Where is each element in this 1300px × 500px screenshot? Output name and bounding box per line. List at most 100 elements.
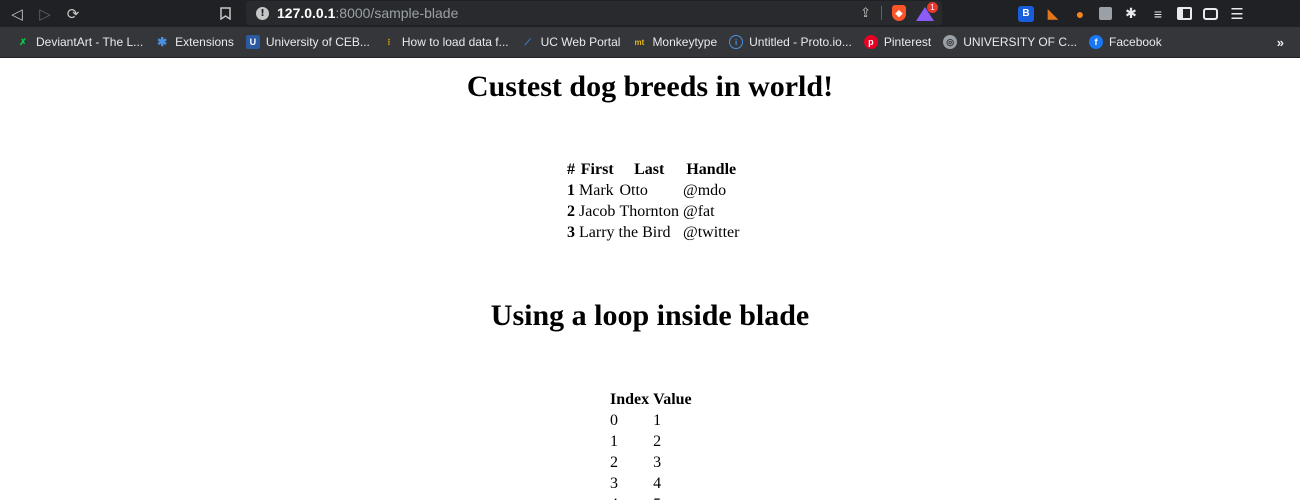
bookmark-page-icon[interactable]: [214, 3, 236, 23]
pinterest-icon: p: [863, 35, 878, 49]
bookmark-deviantart[interactable]: ✗ DeviantArt - The L...: [10, 30, 149, 54]
table-row: 0 1: [608, 410, 694, 431]
site-info-icon[interactable]: !: [256, 6, 269, 20]
metamask-icon[interactable]: ◣: [1045, 5, 1061, 22]
bookmark-monkeytype[interactable]: mt Monkeytype: [626, 30, 723, 54]
monkeytype-icon: mt: [634, 37, 645, 47]
bookmark-label: University of CEB...: [265, 35, 370, 49]
chart-icon: ⁝: [387, 36, 391, 47]
bookmark-pinterest[interactable]: p Pinterest: [858, 30, 937, 54]
table-header-row: # First Last Handle: [565, 159, 741, 180]
table-row: 4 5: [608, 494, 694, 500]
wallet-icon[interactable]: [1203, 7, 1218, 20]
bookmark-label: Pinterest: [883, 35, 932, 49]
url-host: 127.0.0.1: [277, 5, 336, 21]
bookmark-label: Facebook: [1109, 35, 1162, 49]
cell-value: 1: [653, 412, 662, 429]
bookmark-label: DeviantArt - The L...: [36, 35, 144, 49]
bookmark-facebook[interactable]: f Facebook: [1083, 30, 1168, 54]
page-heading-dog-breeds: Custest dog breeds in world!: [466, 70, 834, 103]
column-header: Index: [610, 391, 650, 408]
cell-first: Jacob: [579, 203, 616, 220]
table-row: 2 Jacob Thornton @fat: [565, 201, 741, 222]
globe-icon: ◎: [943, 35, 958, 49]
cell-value: 5: [651, 494, 694, 500]
row-index: 3: [567, 224, 575, 241]
extension-orange-icon[interactable]: ●: [1072, 6, 1088, 22]
bookmark-extensions[interactable]: ✱ Extensions: [149, 30, 240, 54]
uc-portal-icon: ⟋: [524, 36, 531, 47]
reload-icon[interactable]: ⟳: [60, 3, 86, 25]
url-path: :8000/sample-blade: [335, 5, 459, 21]
forward-icon[interactable]: ▷: [32, 3, 58, 25]
back-icon[interactable]: ◁: [4, 3, 30, 25]
bookmark-protoio[interactable]: i Untitled - Proto.io...: [723, 30, 858, 54]
cell-value: 2: [653, 433, 662, 450]
loop-table: Index Value 0 1 1 2 2 3 3 4 4 5: [608, 389, 694, 500]
puzzle-icon: ✱: [157, 35, 168, 49]
column-header: Value: [653, 391, 692, 408]
cell-index: 4: [608, 494, 651, 500]
cell-handle: @fat: [682, 203, 715, 220]
cell-first-span: Larry the Bird: [579, 224, 671, 241]
extensions-puzzle-icon[interactable]: ✱: [1123, 5, 1139, 22]
bookmark-label: How to load data f...: [401, 35, 509, 49]
page-content: Custest dog breeds in world! # First Las…: [0, 58, 1300, 500]
column-header: #: [567, 161, 575, 178]
table-row: 3 4: [608, 473, 694, 494]
bookmark-how-to-load[interactable]: ⁝ How to load data f...: [376, 30, 515, 54]
menu-icon[interactable]: ☰: [1229, 6, 1245, 23]
extension-grey-icon[interactable]: [1099, 7, 1112, 20]
share-icon[interactable]: ⇪: [860, 5, 871, 21]
bookmark-label: Untitled - Proto.io...: [749, 35, 852, 49]
cell-last: Thornton: [619, 203, 679, 220]
cell-first: Mark: [579, 182, 614, 199]
cell-value: 3: [653, 454, 662, 471]
page-heading-loop: Using a loop inside blade: [490, 299, 810, 332]
bookmark-label: UC Web Portal: [540, 35, 621, 49]
bookmarks-overflow-button[interactable]: »: [1277, 31, 1284, 53]
extensions-area: B ◣ ● ✱ ≡ ☰: [1018, 0, 1245, 27]
brave-rewards-icon[interactable]: 1: [916, 2, 938, 21]
bookmark-uc-web-portal[interactable]: ⟋ UC Web Portal: [515, 30, 627, 54]
cell-index: 3: [610, 475, 618, 492]
cell-handle: @twitter: [682, 224, 740, 241]
people-table: # First Last Handle 1 Mark Otto @mdo 2 J…: [565, 159, 741, 243]
column-header: Handle: [686, 161, 737, 178]
bookmarks-bar: ✗ DeviantArt - The L... ✱ Extensions U U…: [0, 27, 1300, 58]
nav-buttons: ◁ ▷ ⟳: [4, 3, 86, 25]
cell-last: Otto: [619, 182, 648, 199]
table-header-row: Index Value: [608, 389, 694, 410]
deviantart-icon: ✗: [19, 36, 27, 47]
address-divider: [881, 6, 882, 20]
cell-index: 1: [610, 433, 618, 450]
row-index: 2: [567, 203, 575, 220]
bookmark-label: UNIVERSITY OF C...: [963, 35, 1078, 49]
bookmark-university-ceb[interactable]: U University of CEB...: [240, 30, 376, 54]
browser-toolbar: ◁ ▷ ⟳ ! 127.0.0.1 :8000/sample-blade ⇪ ◆…: [0, 0, 1300, 27]
cell-index: 0: [610, 412, 618, 429]
rewards-badge: 1: [927, 2, 938, 13]
protoio-icon: i: [729, 35, 744, 49]
facebook-icon: f: [1089, 35, 1104, 49]
bookmark-label: Extensions: [175, 35, 234, 49]
table-row: 2 3: [608, 452, 694, 473]
row-index: 1: [567, 182, 575, 199]
bitwarden-icon[interactable]: B: [1018, 5, 1034, 22]
bookmark-label: Monkeytype: [652, 35, 718, 49]
cell-value: 4: [653, 475, 662, 492]
address-bar-actions: ⇪ ◆ 1: [860, 1, 938, 25]
column-header: First: [580, 161, 614, 178]
brave-shields-icon[interactable]: ◆: [892, 5, 906, 21]
address-bar[interactable]: ! 127.0.0.1 :8000/sample-blade ⇪ ◆ 1: [246, 1, 942, 25]
bookmark-university-of-c[interactable]: ◎ UNIVERSITY OF C...: [937, 30, 1083, 54]
cell-index: 2: [610, 454, 618, 471]
sidebar-icon[interactable]: [1177, 7, 1192, 20]
table-row: 1 Mark Otto @mdo: [565, 180, 741, 201]
uc-icon: U: [245, 35, 260, 49]
table-row: 3 Larry the Bird @twitter: [565, 222, 741, 243]
column-header: Last: [634, 161, 665, 178]
playlist-icon[interactable]: ≡: [1150, 6, 1166, 22]
cell-handle: @mdo: [682, 182, 727, 199]
table-row: 1 2: [608, 431, 694, 452]
